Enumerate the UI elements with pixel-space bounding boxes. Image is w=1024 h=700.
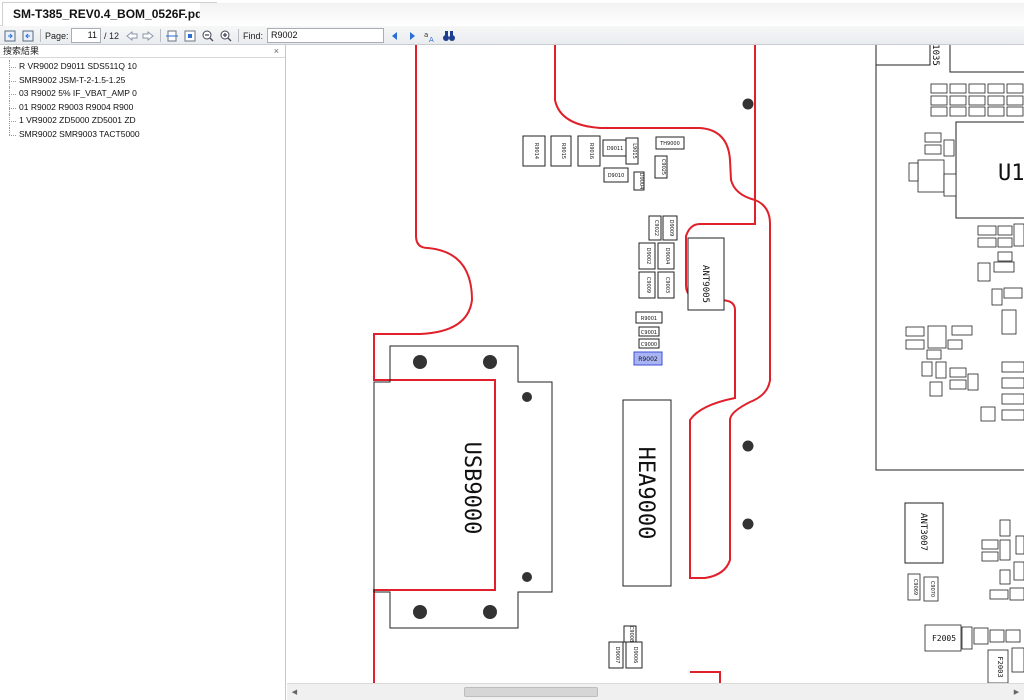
d9004-label: D9004 (664, 248, 670, 265)
component-labels-lower-right: C9069 C9070 (912, 579, 935, 597)
rotate-right-button[interactable] (21, 28, 35, 43)
f2005-label: F2005 (932, 634, 956, 643)
zoom-in-button[interactable] (219, 28, 233, 43)
c9025-label: C9025 (660, 159, 666, 175)
component-cluster-right (905, 83, 1024, 422)
search-result-item[interactable]: 01 R9002 R9003 R9004 R900 (0, 100, 285, 115)
search-result-item[interactable]: 1 VR9002 ZD5000 ZD5001 ZD (0, 114, 285, 128)
find-options-button[interactable] (442, 28, 456, 43)
c9070-label: C9070 (929, 581, 935, 597)
zoom-out-icon (201, 29, 215, 43)
d9006-label: D9006 (632, 647, 638, 664)
search-result-item[interactable]: 03 R9002 5% IF_VBAT_AMP 0 (0, 87, 285, 101)
horizontal-scrollbar[interactable]: ◀ ▶ (287, 683, 1024, 700)
toolbar-separator (160, 29, 161, 42)
zoom-out-button[interactable] (201, 28, 215, 43)
r9002-highlight-label: R9002 (638, 356, 658, 363)
pcb-layout-drawing: USB9000 HEA9000 ANT9005 R9014 R9015 R901… (373, 45, 1024, 683)
fit-page-button[interactable] (183, 28, 197, 43)
d9002-label: D9002 (645, 248, 651, 265)
search-result-item[interactable]: R VR9002 D9011 SDS511Q 10 (0, 60, 285, 74)
d9009-label: D9009 (668, 220, 674, 237)
c9003-label: C9003 (664, 277, 670, 293)
find-input[interactable]: R9002 (267, 28, 384, 43)
page-label: Page: (45, 30, 69, 41)
th9000-label: TH9000 (659, 141, 680, 147)
board-outline (373, 45, 771, 683)
search-results-header: 搜索結果 × (0, 45, 285, 58)
binoculars-icon (442, 29, 456, 43)
fit-width-icon (165, 29, 179, 43)
c9069-label: C9069 (912, 579, 918, 595)
match-case-icon: aA (423, 29, 437, 43)
svg-text:A: A (429, 36, 434, 43)
fit-width-button[interactable] (165, 28, 179, 43)
zoom-in-icon (219, 29, 233, 43)
close-panel-button[interactable]: × (274, 45, 279, 58)
back-arrow-icon (125, 29, 139, 43)
document-tab[interactable]: SM-T385_REV0.4_BOM_0526F.pdf (2, 2, 218, 26)
forward-arrow-icon (141, 29, 155, 43)
c9009-label: C9009 (645, 277, 651, 293)
toolbar-separator (40, 29, 41, 42)
r9001-label: R9001 (641, 316, 657, 322)
svg-text:a: a (424, 31, 428, 39)
document-viewport[interactable]: USB9000 HEA9000 ANT9005 R9014 R9015 R901… (287, 45, 1024, 683)
fit-page-icon (183, 29, 197, 43)
r9014-label: R9014 (533, 143, 539, 159)
scroll-right-arrow-icon[interactable]: ▶ (1012, 688, 1021, 697)
c9022-label: C9022 (653, 220, 659, 236)
search-result-item[interactable]: SMR9002 JSM-T-2-1.5-1.25 (0, 73, 285, 88)
scrollbar-thumb[interactable] (464, 687, 598, 697)
r9016-label: R9016 (588, 143, 594, 159)
c9001-label: C9001 (641, 330, 657, 336)
triangle-right-icon (405, 29, 419, 43)
d9007-label: D9007 (614, 647, 620, 664)
find-label: Find: (243, 30, 264, 41)
usb9000-label: USB9000 (459, 442, 484, 535)
find-previous-button[interactable] (388, 28, 402, 43)
search-results-panel: 搜索結果 × R VR9002 D9011 SDS511Q 10 SMR9002… (0, 45, 286, 700)
scroll-left-arrow-icon[interactable]: ◀ (290, 688, 299, 697)
ant9005-label: ANT9005 (700, 265, 710, 303)
c9000-label: C9000 (641, 342, 657, 348)
hea9000-label: HEA9000 (633, 447, 658, 540)
d9010-label: D9010 (608, 173, 625, 179)
f2003-label: F2003 (996, 656, 1004, 677)
tab-bar: SM-T385_REV0.4_BOM_0526F.pdf (0, 0, 1024, 26)
rotate-left-icon (3, 29, 17, 43)
tab-strip-background (200, 3, 1024, 26)
d9004-small-label: D9004 (638, 173, 644, 190)
next-page-button[interactable] (141, 28, 155, 43)
r9015-label: R9015 (560, 143, 566, 159)
rotate-right-icon (21, 29, 35, 43)
ant3007-label: ANT3007 (918, 513, 928, 551)
1035-label: 1035 (930, 45, 940, 66)
toolbar-separator (238, 29, 239, 42)
page-total: / 12 (104, 30, 120, 41)
search-results-list: R VR9002 D9011 SDS511Q 10 SMR9002 JSM-T-… (0, 60, 285, 141)
u1-label: U1 (998, 161, 1024, 186)
toolbar: Page: 11 / 12 Find: R9002 a A (0, 26, 1024, 45)
d9011-label: D9011 (607, 146, 624, 152)
prev-page-button[interactable] (125, 28, 139, 43)
match-case-button[interactable]: aA (423, 28, 437, 43)
triangle-left-icon (388, 29, 402, 43)
page-number-input[interactable]: 11 (71, 28, 101, 43)
rotate-left-button[interactable] (3, 28, 17, 43)
search-results-title: 搜索結果 (3, 46, 40, 56)
find-next-button[interactable] (405, 28, 419, 43)
l9015-label: L9015 (631, 143, 637, 159)
search-result-item[interactable]: SMR9002 SMR9003 TACT5000 (0, 127, 285, 142)
mounting-holes (413, 98, 754, 619)
c9008-label: C9008 (628, 626, 634, 642)
